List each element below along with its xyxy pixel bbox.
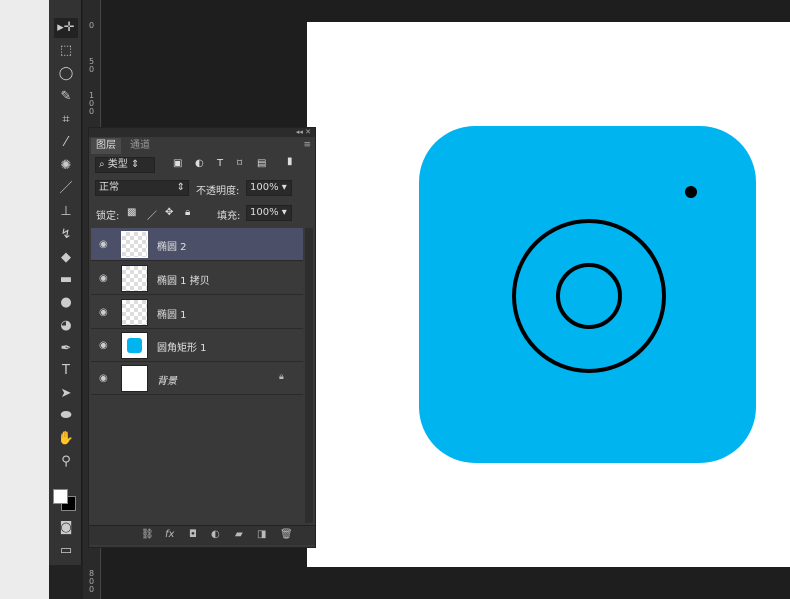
rounded-rectangle-shape bbox=[419, 126, 756, 463]
gradient-tool-icon[interactable]: ▬ bbox=[54, 270, 78, 290]
layer-name: 背景 bbox=[157, 376, 177, 387]
ellipse-tool-icon[interactable]: ⬬ bbox=[54, 406, 78, 426]
marquee-tool-icon[interactable]: ⬚ bbox=[54, 41, 78, 61]
fill-label: 填充: bbox=[217, 211, 241, 222]
visibility-eye-icon[interactable]: ◉ bbox=[99, 307, 108, 318]
layer-row[interactable]: ◉ 椭圆 2 bbox=[91, 228, 303, 261]
screen-mode-icon[interactable]: ▭ bbox=[54, 541, 78, 561]
filter-pixel-icon[interactable]: ▣ bbox=[173, 158, 182, 169]
new-layer-icon[interactable]: ◨ bbox=[257, 529, 266, 540]
type-tool-icon[interactable]: T bbox=[54, 361, 78, 381]
layer-row[interactable]: ◉ 圆角矩形 1 bbox=[91, 329, 303, 362]
blend-mode-value: 正常 bbox=[99, 182, 119, 193]
layer-name: 椭圆 1 拷贝 bbox=[157, 276, 210, 287]
add-mask-icon[interactable]: ◘ bbox=[189, 529, 197, 540]
brush-tool-icon[interactable]: ／ bbox=[54, 179, 78, 199]
visibility-eye-icon[interactable]: ◉ bbox=[99, 273, 108, 284]
visibility-eye-icon[interactable]: ◉ bbox=[99, 239, 108, 250]
close-icon[interactable]: ✕ bbox=[305, 128, 311, 136]
lasso-tool-icon[interactable]: ◯ bbox=[54, 64, 78, 84]
collapse-icon[interactable]: ◂◂ bbox=[296, 128, 303, 136]
crop-tool-icon[interactable]: ⌗ bbox=[54, 110, 78, 130]
link-layers-icon[interactable]: ⛓ bbox=[141, 529, 154, 540]
lock-all-icon[interactable]: 🔒︎ bbox=[185, 207, 190, 218]
lock-position-icon[interactable]: ✥ bbox=[165, 207, 173, 218]
blend-mode-select[interactable]: 正常 ⇕ bbox=[95, 180, 189, 196]
dot-shape bbox=[685, 186, 697, 198]
visibility-eye-icon[interactable]: ◉ bbox=[99, 340, 108, 351]
filter-type-icon[interactable]: T bbox=[217, 158, 223, 169]
quick-mask-icon[interactable]: ◙ bbox=[54, 518, 78, 538]
opacity-label: 不透明度: bbox=[196, 186, 240, 197]
panel-header: ◂◂ ✕ bbox=[89, 128, 315, 137]
blur-tool-icon[interactable]: ● bbox=[54, 293, 78, 313]
layer-row[interactable]: ◉ 椭圆 1 bbox=[91, 296, 303, 329]
opacity-value: 100% bbox=[250, 182, 279, 193]
lock-paint-icon[interactable]: ／ bbox=[147, 207, 157, 222]
desktop-background bbox=[0, 0, 49, 599]
adjustment-layer-icon[interactable]: ◐ bbox=[211, 529, 220, 540]
filter-kind-value: 类型 bbox=[107, 159, 128, 170]
artwork bbox=[419, 126, 756, 463]
history-brush-tool-icon[interactable]: ↯ bbox=[54, 225, 78, 245]
layer-thumbnail bbox=[121, 299, 148, 326]
layer-thumbnail bbox=[121, 365, 148, 392]
layers-scrollbar[interactable] bbox=[305, 228, 313, 523]
panel-menu-icon[interactable]: ≡ bbox=[303, 140, 311, 150]
ruler-label: 100 bbox=[89, 91, 95, 116]
layer-name: 圆角矩形 1 bbox=[157, 343, 207, 354]
tab-layers[interactable]: 图层 bbox=[91, 138, 121, 154]
healing-tool-icon[interactable]: ✺ bbox=[54, 156, 78, 176]
ruler-label: 800 bbox=[89, 569, 95, 594]
pen-tool-icon[interactable]: ✒ bbox=[54, 339, 78, 359]
hand-tool-icon[interactable]: ✋ bbox=[54, 429, 78, 449]
filter-adjustment-icon[interactable]: ◐ bbox=[195, 158, 204, 169]
layer-row[interactable]: ◉ 背景 🔒︎ bbox=[91, 362, 303, 395]
filter-smart-object-icon[interactable]: ▤ bbox=[257, 158, 266, 169]
quick-select-tool-icon[interactable]: ✎ bbox=[54, 87, 78, 107]
layers-panel: ◂◂ ✕ 图层 通道 ≡ ⌕ 类型 ⇕ ▣ ◐ T ⌑ ▤ ▮ 正常 ⇕ 不透明度… bbox=[88, 127, 316, 548]
new-group-icon[interactable]: ▰ bbox=[235, 529, 243, 540]
eyedropper-tool-icon[interactable]: ⁄ bbox=[54, 133, 78, 153]
visibility-eye-icon[interactable]: ◉ bbox=[99, 373, 108, 384]
path-select-tool-icon[interactable]: ➤ bbox=[54, 384, 78, 404]
layer-name: 椭圆 1 bbox=[157, 310, 187, 321]
layer-style-button[interactable]: fx bbox=[165, 529, 174, 540]
ruler-label: 50 bbox=[89, 57, 95, 74]
foreground-color-swatch[interactable] bbox=[53, 489, 68, 504]
lock-label: 锁定: bbox=[96, 211, 120, 222]
opacity-input[interactable]: 100% ▾ bbox=[246, 180, 292, 196]
filter-shape-icon[interactable]: ⌑ bbox=[237, 158, 242, 169]
move-tool-icon[interactable]: ▸✛ bbox=[54, 18, 78, 38]
layer-row[interactable]: ◉ 椭圆 1 拷贝 bbox=[91, 262, 303, 295]
ruler-label: 0 bbox=[89, 21, 95, 30]
eraser-tool-icon[interactable]: ◆ bbox=[54, 248, 78, 268]
fill-value: 100% bbox=[250, 207, 279, 218]
delete-layer-icon[interactable]: 🗑︎ bbox=[280, 529, 293, 540]
layer-thumbnail bbox=[121, 265, 148, 292]
dodge-tool-icon[interactable]: ◕ bbox=[54, 316, 78, 336]
tools-panel: ▸✛ ⬚ ◯ ✎ ⌗ ⁄ ✺ ／ ⊥ ↯ ◆ ▬ ● ◕ ✒ T ➤ ⬬ ✋ ⚲… bbox=[49, 0, 82, 565]
layer-thumbnail bbox=[121, 332, 148, 359]
document-canvas[interactable] bbox=[307, 22, 790, 567]
zoom-tool-icon[interactable]: ⚲ bbox=[54, 452, 78, 472]
filter-toggle-icon[interactable]: ▮ bbox=[287, 156, 293, 167]
lock-transparency-icon[interactable]: ▩ bbox=[127, 207, 136, 218]
filter-kind-select[interactable]: ⌕ 类型 ⇕ bbox=[95, 157, 155, 173]
layer-thumbnail bbox=[121, 231, 148, 258]
layer-name: 椭圆 2 bbox=[157, 242, 187, 253]
fill-input[interactable]: 100% ▾ bbox=[246, 205, 292, 221]
lock-icon: 🔒︎ bbox=[279, 372, 284, 382]
tab-channels[interactable]: 通道 bbox=[125, 138, 155, 154]
stamp-tool-icon[interactable]: ⊥ bbox=[54, 202, 78, 222]
